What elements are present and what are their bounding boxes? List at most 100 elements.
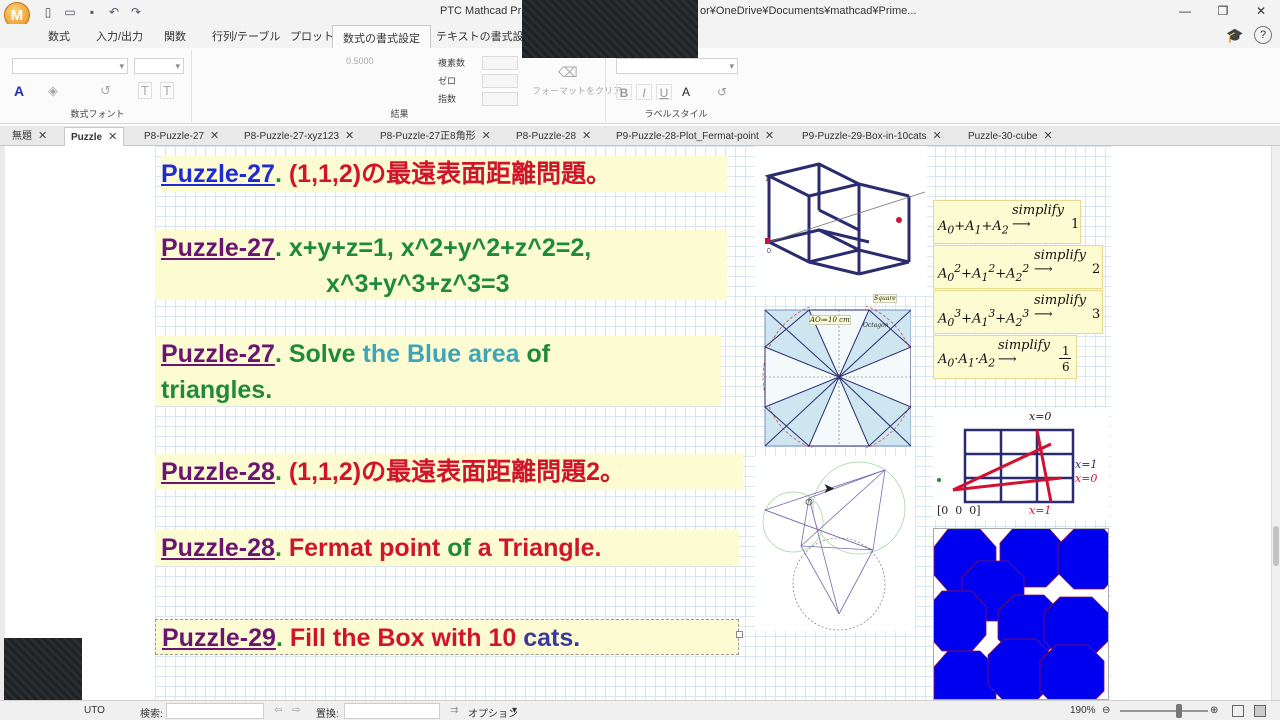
text-region-puzzle-27-b[interactable]: Puzzle-27. x+y+z=1, x^2+y^2+z^2=2, x^3+y… (155, 230, 727, 300)
vertical-scrollbar[interactable] (1271, 146, 1280, 700)
math-region-product[interactable]: A0·A1·A2 simplify ⟶ 1 6 (933, 335, 1077, 379)
underline-button[interactable]: U (656, 84, 672, 100)
octagon-plot[interactable]: AO≔10 cm Square Octagon (761, 294, 916, 454)
resize-handle[interactable] (736, 631, 743, 638)
tab-input-output[interactable]: 入力/出力 (96, 28, 143, 44)
zoom-out-icon[interactable]: ⊖ (1102, 705, 1110, 716)
result-format-value[interactable]: 0.5000 (346, 56, 374, 66)
octagon-label: Octagon (863, 322, 889, 329)
restore-icon[interactable]: ❐ (1204, 0, 1242, 22)
resource-center-icon[interactable]: 🎓 (1226, 28, 1246, 42)
window-title: PTC Mathcad Prim (440, 5, 533, 17)
font-color-icon[interactable]: A (14, 83, 24, 99)
bold-button[interactable]: B (616, 84, 632, 100)
highlight-icon[interactable]: ◈ (48, 83, 58, 99)
close-tab-icon[interactable]: ✕ (765, 130, 774, 142)
worksheet-page[interactable]: Puzzle-27. (1,1,2)の最遠表面距離問題。 Puzzle-27. … (155, 146, 1111, 700)
font-family-combo[interactable] (12, 58, 128, 74)
fermat-point-diagram[interactable]: ➤ (755, 456, 915, 631)
scrollbar-thumb[interactable] (1273, 526, 1279, 566)
puzzle-link[interactable]: Puzzle-27 (161, 340, 275, 368)
doctab-p9-puzzle-29[interactable]: P9-Puzzle-29-Box-in-10cats ✕ (796, 127, 948, 146)
text-region-puzzle-28-b[interactable]: Puzzle-28. Fermat point of a Triangle. (155, 530, 739, 566)
zoom-slider[interactable] (1120, 710, 1208, 712)
calc-mode[interactable]: UTO (84, 705, 105, 716)
help-icon[interactable]: ? (1254, 26, 1272, 44)
text-region-puzzle-27-a[interactable]: Puzzle-27. (1,1,2)の最遠表面距離問題。 (161, 156, 727, 192)
font-size-combo[interactable] (134, 58, 184, 74)
text-tt-icon[interactable]: T (160, 82, 174, 99)
new-icon[interactable]: ▯ (40, 4, 56, 20)
close-tab-icon[interactable]: ✕ (582, 130, 591, 142)
cube-graphic (764, 162, 926, 276)
puzzle-link[interactable]: Puzzle-28 (161, 458, 275, 486)
math-region-sum-squares[interactable]: A02+A12+A22 simplify ⟶ 2 (933, 245, 1103, 289)
search-prev-icon[interactable]: ⇦ (274, 705, 282, 716)
doctab-p8-puzzle-27-xyz123[interactable]: P8-Puzzle-27-xyz123 ✕ (238, 127, 360, 146)
puzzle-link[interactable]: Puzzle-28 (161, 534, 275, 562)
minimize-icon[interactable]: — (1166, 0, 1204, 22)
label-style-combo[interactable] (616, 58, 738, 74)
save-icon[interactable]: ▪ (84, 4, 100, 20)
close-tab-icon[interactable]: ✕ (933, 130, 942, 142)
math-region-sum-cubes[interactable]: A03+A13+A23 simplify ⟶ 3 (933, 290, 1103, 334)
puzzle-link[interactable]: Puzzle-27 (161, 234, 275, 262)
page-view-icon[interactable] (1232, 705, 1244, 717)
close-tab-icon[interactable]: ✕ (345, 130, 354, 142)
puzzle-link[interactable]: Puzzle-27 (161, 160, 275, 188)
label-paint-icon[interactable]: ↺ (714, 84, 730, 100)
clear-format-button[interactable]: フォーマットをクリア (532, 84, 622, 97)
text-region-puzzle-28-a[interactable]: Puzzle-28. (1,1,2)の最遠表面距離問題2。 (155, 454, 743, 490)
octagon-packing-plot[interactable] (933, 528, 1109, 700)
doctab-untitled[interactable]: 無題 ✕ (6, 127, 53, 146)
cube-plot[interactable]: 1 0 (755, 146, 927, 296)
doctab-p8-puzzle-28[interactable]: P8-Puzzle-28 ✕ (510, 127, 597, 146)
zero-field[interactable] (482, 74, 518, 88)
replace-input[interactable] (344, 703, 440, 719)
text-region-puzzle-27-c[interactable]: Puzzle-27. Solve the Blue area of triang… (155, 336, 721, 406)
doctab-p9-puzzle-28-plot[interactable]: P9-Puzzle-28-Plot_Fermat-point ✕ (610, 127, 780, 146)
format-painter-icon[interactable]: ↺ (100, 83, 111, 99)
search-next-icon[interactable]: ⇨ (292, 705, 300, 716)
zoom-slider-thumb[interactable] (1176, 704, 1182, 718)
text-t-icon[interactable]: T (138, 82, 152, 99)
replace-icon[interactable]: ⇉ (450, 705, 458, 716)
font-color-button[interactable]: A (678, 84, 694, 100)
octagon-packing-graphic (934, 529, 1108, 699)
plot-label-x0-right: x=0 (1075, 472, 1098, 485)
close-tab-icon[interactable]: ✕ (482, 130, 491, 142)
undo-icon[interactable]: ↶ (106, 4, 122, 20)
tab-math[interactable]: 数式 (48, 28, 70, 44)
tab-plots[interactable]: プロット (290, 28, 334, 44)
doctab-p8-puzzle-27[interactable]: P8-Puzzle-27 ✕ (138, 127, 225, 146)
eraser-icon: ⌫ (558, 64, 578, 80)
redo-icon[interactable]: ↷ (128, 4, 144, 20)
zoom-in-icon[interactable]: ⊕ (1210, 705, 1218, 716)
doctab-puzzle[interactable]: Puzzle ✕ (64, 127, 125, 146)
search-input[interactable] (166, 703, 264, 719)
close-tab-icon[interactable]: ✕ (108, 131, 117, 143)
draft-view-icon[interactable] (1254, 705, 1266, 717)
text-region-puzzle-29[interactable]: Puzzle-29. Fill the Box with 10 cats. (155, 619, 739, 655)
close-tab-icon[interactable]: ✕ (210, 130, 219, 142)
doctab-p8-puzzle-27-octagon[interactable]: P8-Puzzle-27正8角形 ✕ (374, 127, 497, 146)
tab-math-formatting[interactable]: 数式の書式設定 (332, 25, 431, 49)
doctab-puzzle-30-cube[interactable]: Puzzle-30-cube ✕ (962, 127, 1059, 146)
close-tab-icon[interactable]: ✕ (1043, 130, 1052, 142)
puzzle-link[interactable]: Puzzle-29 (162, 624, 276, 652)
grid-line-plot[interactable]: x=0 x=1 x=0 x=1 [0 0 0] (933, 408, 1109, 520)
italic-button[interactable]: I (636, 84, 652, 100)
close-icon[interactable]: ✕ (1242, 0, 1280, 22)
open-icon[interactable]: ▭ (62, 4, 78, 20)
options-button[interactable]: オプション (468, 705, 518, 720)
close-tab-icon[interactable]: ✕ (38, 130, 47, 142)
tab-matrix-table[interactable]: 行列/テーブル (212, 28, 280, 44)
exponent-field[interactable] (482, 92, 518, 106)
tab-text-formatting[interactable]: テキストの書式設定 (436, 28, 535, 44)
options-chevron-down-icon[interactable]: ▾ (512, 705, 517, 716)
group-math-font: A ◈ ↺ T T 数式フォント (4, 50, 192, 122)
tab-functions[interactable]: 関数 (164, 28, 186, 44)
math-region-sum[interactable]: A0+A1+A2 simplify ⟶ 1 (933, 200, 1081, 244)
search-label: 検索: (140, 709, 163, 720)
complex-field[interactable] (482, 56, 518, 70)
